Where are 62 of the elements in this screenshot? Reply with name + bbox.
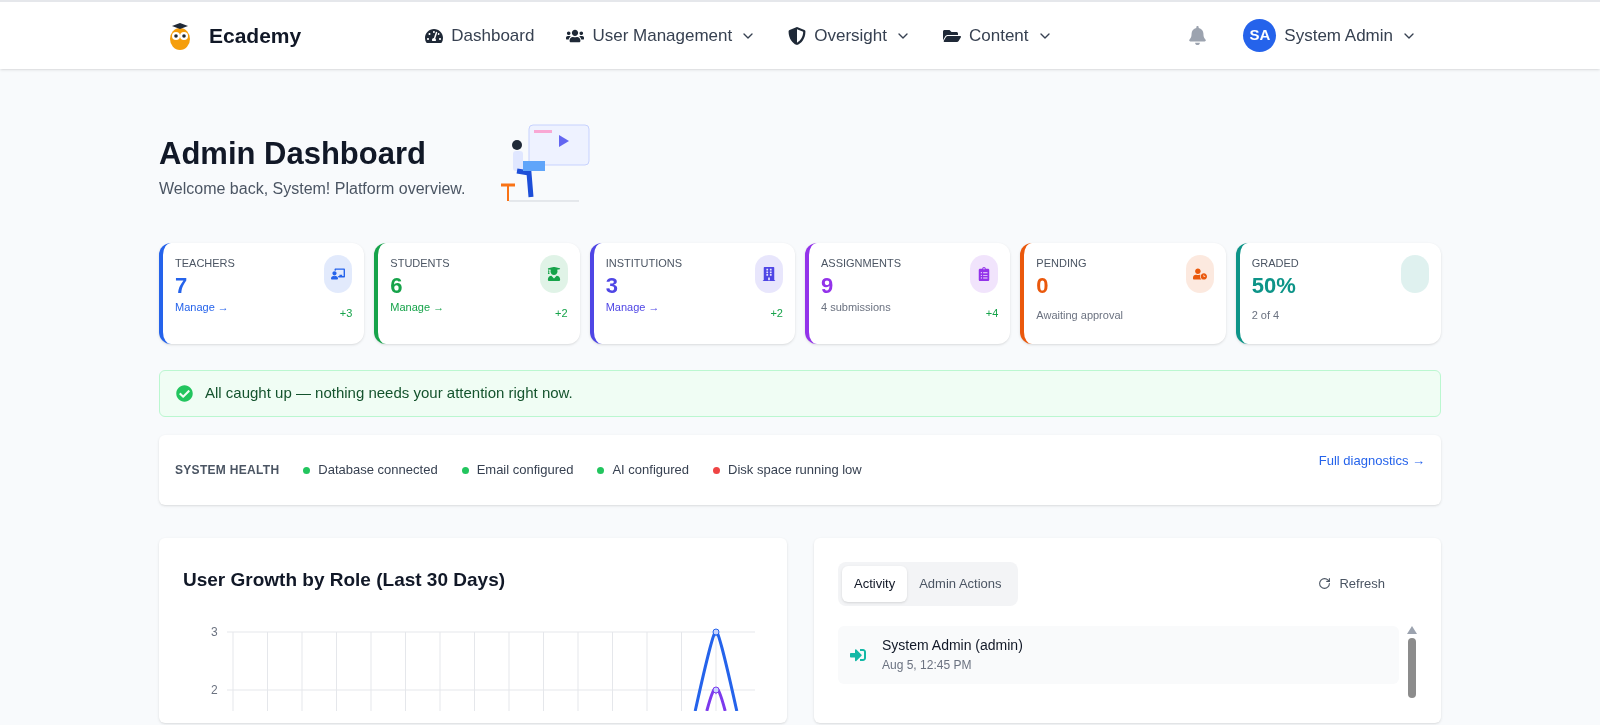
stat-value: 0 xyxy=(1036,271,1050,299)
stat-delta: +3 xyxy=(339,306,353,321)
nav-link[interactable]: Content xyxy=(943,22,1053,49)
scrollbar-thumb[interactable] xyxy=(1408,637,1416,698)
stat-label: INSTITUTIONS xyxy=(605,256,683,271)
refresh-icon xyxy=(1318,577,1332,591)
status-label: Database connected xyxy=(318,461,438,480)
stat-value: 7 xyxy=(175,271,189,299)
chart-title: User Growth by Role (Last 30 Days) xyxy=(183,568,507,592)
diagnostics-link[interactable]: Full diagnostics → xyxy=(1318,451,1425,471)
page-title: Admin Dashboard xyxy=(159,134,427,173)
manage-link[interactable]: Manage → xyxy=(390,299,450,316)
stat-value: 50% xyxy=(1251,271,1297,299)
activity-time: Aug 5, 12:45 PM xyxy=(882,657,973,674)
activity-title: System Admin (admin) xyxy=(882,636,1023,655)
user-menu[interactable]: SA System Admin xyxy=(1243,19,1417,52)
manage-link[interactable]: Manage → xyxy=(175,299,235,316)
icon-badge xyxy=(1401,255,1429,293)
nav-link[interactable]: Dashboard xyxy=(425,22,535,49)
tab[interactable]: Admin Actions xyxy=(907,566,1014,602)
stat-label: GRADED xyxy=(1251,256,1299,271)
scroll-up-icon[interactable] xyxy=(1407,625,1417,634)
page-subtitle: Welcome back, System! Platform overview. xyxy=(159,179,466,200)
status-label: AI configured xyxy=(612,461,690,480)
stat-note: 4 submissions xyxy=(821,300,892,315)
sign-in-icon xyxy=(850,646,866,663)
stat-delta: +2 xyxy=(770,306,783,321)
building-icon xyxy=(762,267,776,281)
axis-tick-label: 2 xyxy=(211,683,218,696)
tab[interactable]: Activity xyxy=(842,566,908,602)
nav-link[interactable]: Oversight xyxy=(788,22,911,49)
scrollbar[interactable] xyxy=(1407,625,1417,698)
stat-delta: +4 xyxy=(985,306,999,321)
stat-value: 6 xyxy=(390,271,404,299)
stat-note: 2 of 4 xyxy=(1251,308,1281,323)
teacher-icon xyxy=(331,267,346,281)
nav-link[interactable]: User Management xyxy=(566,22,757,49)
alert-text: All caught up — nothing needs your attention right now. xyxy=(205,383,573,404)
status-label: Email configured xyxy=(476,461,574,480)
stat-label: PENDING xyxy=(1036,256,1088,271)
notification-bell-icon[interactable] xyxy=(1188,26,1208,45)
activity-item[interactable]: System Admin (admin) Aug 5, 12:45 PM xyxy=(838,625,1399,684)
manage-link[interactable]: Manage → xyxy=(605,299,683,316)
stat-value: 9 xyxy=(821,271,835,299)
stat-label: STUDENTS xyxy=(390,256,450,271)
brand-name: Ecademy xyxy=(209,22,302,49)
user-clock-icon xyxy=(1192,267,1207,281)
stat-note: Awaiting approval xyxy=(1036,308,1123,323)
section-label: SYSTEM HEALTH xyxy=(175,462,280,479)
stat-delta: +2 xyxy=(555,306,568,321)
graduate-icon xyxy=(546,267,561,281)
clipboard-icon xyxy=(977,267,992,281)
gauge-icon xyxy=(425,26,444,45)
shield-icon xyxy=(788,26,807,45)
stat-value: 3 xyxy=(605,271,619,299)
status-label: Disk space running low xyxy=(728,461,862,480)
axis-tick-label: 3 xyxy=(211,625,218,638)
owl-logo-icon xyxy=(167,20,193,51)
user-avatar: SA xyxy=(1243,19,1277,52)
refresh-button[interactable]: Refresh xyxy=(1318,574,1385,594)
stat-label: TEACHERS xyxy=(175,256,235,271)
stat-label: ASSIGNMENTS xyxy=(821,256,902,271)
